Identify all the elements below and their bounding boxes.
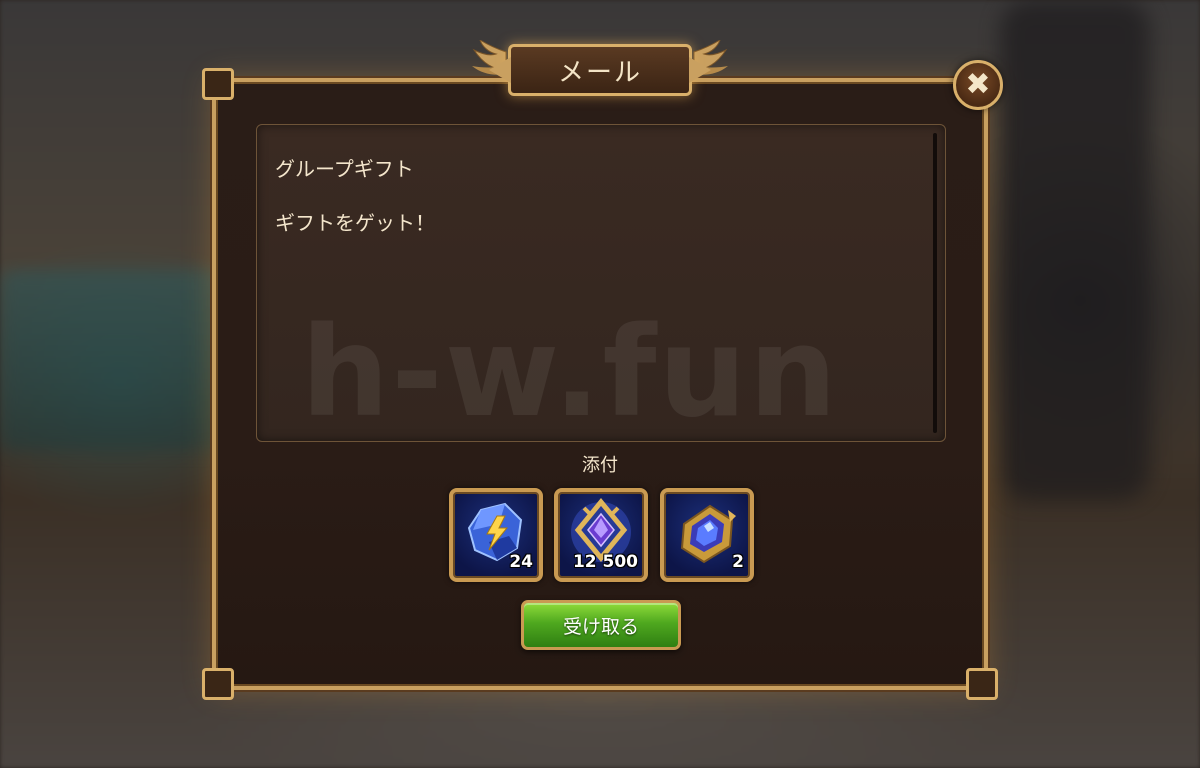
attachment-item[interactable]: 2 <box>660 488 754 582</box>
item-count: 2 <box>732 552 744 572</box>
frame-corner <box>202 68 234 100</box>
frame-corner <box>966 668 998 700</box>
dialog-title: メール <box>557 57 642 88</box>
dialog-title-banner: メール <box>508 44 692 96</box>
close-button[interactable]: ✖ <box>953 60 1003 110</box>
background-tower <box>1000 0 1150 500</box>
item-count: 12 500 <box>572 552 638 572</box>
message-subject: グループギフト <box>275 157 414 181</box>
message-scrollbar[interactable] <box>933 133 937 433</box>
item-count: 24 <box>509 552 533 572</box>
background-house <box>0 270 230 450</box>
close-icon: ✖ <box>965 67 991 102</box>
message-body: ギフトをゲット！ <box>275 211 435 235</box>
claim-button-label: 受け取る <box>562 615 639 638</box>
attachment-item[interactable]: 24 <box>449 488 543 582</box>
claim-button[interactable]: 受け取る <box>521 600 681 650</box>
watermark: h-w.fun <box>301 301 839 442</box>
message-panel: h-w.fun グループギフト ギフトをゲット！ <box>256 124 946 442</box>
frame-corner <box>202 668 234 700</box>
attachments-label: 添付 <box>582 455 618 476</box>
attachment-item[interactable]: 12 500 <box>554 488 648 582</box>
